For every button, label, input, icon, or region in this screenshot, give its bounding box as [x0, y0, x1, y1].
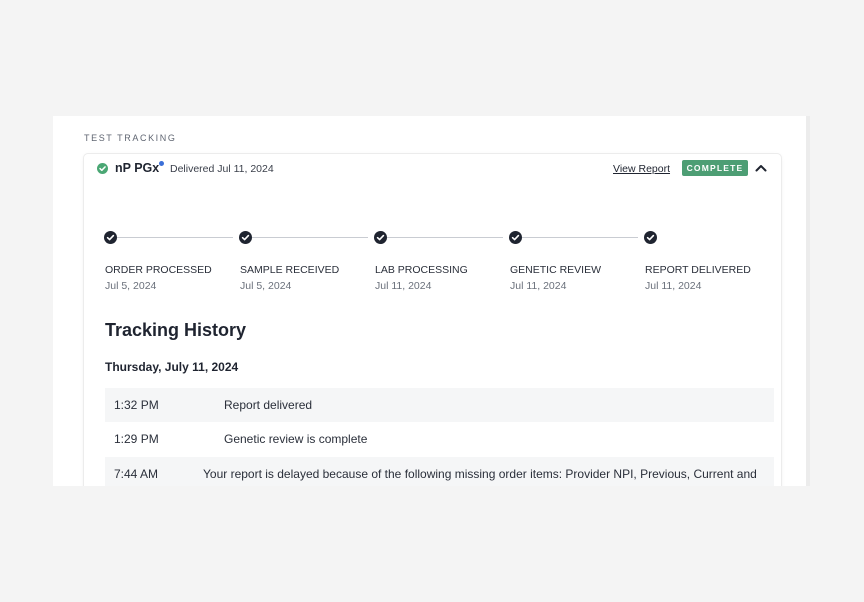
- chevron-up-icon[interactable]: [753, 160, 769, 176]
- step-connector: [252, 237, 368, 238]
- test-card: nP PGx Delivered Jul 11, 2024 View Repor…: [84, 154, 781, 486]
- step-label: LAB PROCESSING: [375, 264, 468, 276]
- test-name: nP PGx: [115, 161, 160, 175]
- step-connector: [522, 237, 638, 238]
- status-badge: COMPLETE: [682, 160, 748, 176]
- history-row: 1:32 PM Report delivered: [105, 388, 774, 422]
- history-time: 1:29 PM: [114, 432, 159, 446]
- panel-edge: [806, 116, 810, 486]
- history-event: Genetic review is complete: [224, 432, 368, 446]
- step-complete-icon: [644, 231, 657, 244]
- view-report-link[interactable]: View Report: [613, 163, 670, 175]
- step-date: Jul 11, 2024: [510, 280, 567, 292]
- step-complete-icon: [239, 231, 252, 244]
- tracking-history-title: Tracking History: [105, 320, 247, 340]
- step-label: SAMPLE RECEIVED: [240, 264, 340, 276]
- new-indicator-dot: [159, 161, 164, 166]
- tracking-history-date: Thursday, July 11, 2024: [105, 360, 239, 374]
- history-time: 7:44 AM: [114, 467, 159, 481]
- history-time: 1:32 PM: [114, 398, 159, 412]
- step-date: Jul 5, 2024: [105, 280, 157, 292]
- step-label: ORDER PROCESSED: [105, 264, 212, 276]
- test-tracking-panel: TEST TRACKING nP PGx Delivered Jul 11, 2…: [53, 116, 806, 486]
- test-card-header: nP PGx Delivered Jul 11, 2024 View Repor…: [84, 154, 781, 184]
- step-label: REPORT DELIVERED: [645, 264, 751, 276]
- history-event: Report delivered: [224, 398, 313, 412]
- history-event: Your report is delayed because of the fo…: [203, 467, 757, 481]
- step-connector: [387, 237, 503, 238]
- section-label: TEST TRACKING: [84, 133, 177, 143]
- step-date: Jul 11, 2024: [375, 280, 432, 292]
- history-row: 1:29 PM Genetic review is complete: [105, 422, 774, 456]
- step-label: GENETIC REVIEW: [510, 264, 602, 276]
- step-complete-icon: [104, 231, 117, 244]
- step-complete-icon: [509, 231, 522, 244]
- step-complete-icon: [374, 231, 387, 244]
- delivered-date: Delivered Jul 11, 2024: [170, 163, 274, 175]
- history-row: 7:44 AM Your report is delayed because o…: [105, 457, 774, 486]
- step-date: Jul 11, 2024: [645, 280, 702, 292]
- check-circle-icon: [97, 163, 108, 174]
- step-connector: [117, 237, 233, 238]
- step-date: Jul 5, 2024: [240, 280, 292, 292]
